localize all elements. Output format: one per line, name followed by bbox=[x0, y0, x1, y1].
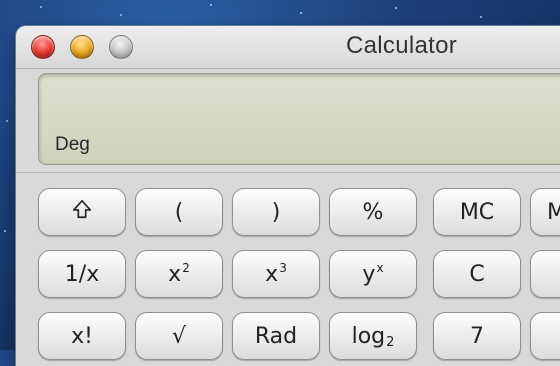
cube-exponent: 3 bbox=[279, 261, 287, 275]
next-button-partial[interactable] bbox=[530, 250, 560, 298]
memory-clear-button[interactable]: MC bbox=[433, 188, 521, 236]
percent-label: % bbox=[362, 199, 384, 225]
power-base: y bbox=[362, 261, 376, 287]
close-paren-label: ) bbox=[271, 199, 281, 225]
star bbox=[120, 14, 122, 16]
digit-7-button[interactable]: 7 bbox=[433, 312, 521, 360]
star bbox=[210, 4, 212, 6]
clear-label: C bbox=[469, 261, 485, 287]
digit-8-button-partial[interactable] bbox=[530, 312, 560, 360]
calculator-window: Calculator Deg ( ) % MC M 1/x x2 x3 yx C… bbox=[16, 26, 560, 366]
log2-subscript: 2 bbox=[386, 334, 395, 350]
reciprocal-label: 1/x bbox=[64, 261, 100, 287]
clear-button[interactable]: C bbox=[433, 250, 521, 298]
memory-button-partial[interactable]: M bbox=[530, 188, 560, 236]
memory-label: M bbox=[547, 199, 560, 225]
angle-mode-indicator: Deg bbox=[55, 134, 90, 155]
star bbox=[395, 7, 397, 9]
star bbox=[6, 120, 8, 122]
log2-button[interactable]: log 2 bbox=[329, 312, 417, 360]
open-paren-label: ( bbox=[174, 199, 184, 225]
radians-button[interactable]: Rad bbox=[232, 312, 320, 360]
square-root-icon: √ bbox=[171, 323, 187, 349]
cube-button[interactable]: x3 bbox=[232, 250, 320, 298]
factorial-label: x! bbox=[71, 323, 93, 349]
divider bbox=[16, 172, 560, 173]
open-paren-button[interactable]: ( bbox=[135, 188, 223, 236]
memory-clear-label: MC bbox=[459, 199, 495, 225]
title-bar[interactable]: Calculator bbox=[16, 26, 560, 69]
percent-button[interactable]: % bbox=[329, 188, 417, 236]
star bbox=[4, 230, 6, 232]
digit-7-label: 7 bbox=[470, 323, 484, 349]
cube-base: x bbox=[265, 261, 279, 287]
shift-button[interactable] bbox=[38, 188, 126, 236]
star bbox=[40, 6, 42, 8]
factorial-button[interactable]: x! bbox=[38, 312, 126, 360]
close-button[interactable] bbox=[31, 35, 55, 59]
zoom-button[interactable] bbox=[109, 35, 133, 59]
square-base: x bbox=[168, 261, 182, 287]
reciprocal-button[interactable]: 1/x bbox=[38, 250, 126, 298]
power-button[interactable]: yx bbox=[329, 250, 417, 298]
square-root-button[interactable]: √ bbox=[135, 312, 223, 360]
power-exponent: x bbox=[376, 261, 384, 275]
log2-base: log bbox=[351, 323, 386, 349]
calculator-display: Deg bbox=[38, 73, 560, 165]
radians-label: Rad bbox=[254, 323, 298, 349]
shift-arrow-icon bbox=[71, 198, 93, 226]
star bbox=[300, 12, 302, 14]
window-title: Calculator bbox=[346, 32, 458, 59]
minimize-button[interactable] bbox=[70, 35, 94, 59]
star bbox=[480, 16, 482, 18]
square-exponent: 2 bbox=[182, 261, 190, 275]
close-paren-button[interactable]: ) bbox=[232, 188, 320, 236]
square-button[interactable]: x2 bbox=[135, 250, 223, 298]
